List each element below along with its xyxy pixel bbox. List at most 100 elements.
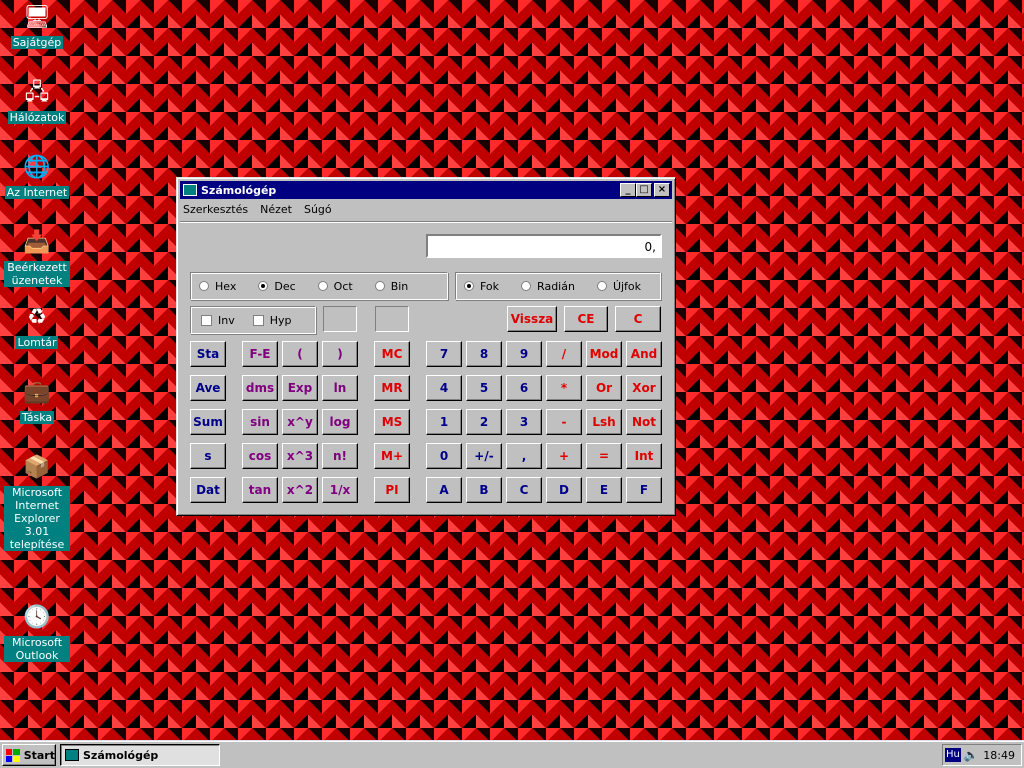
close-button[interactable]: × (654, 183, 670, 197)
clear-entry-button[interactable]: CE (564, 306, 608, 332)
function-button[interactable]: x^y (282, 409, 318, 435)
digit-button[interactable]: 5 (466, 375, 502, 401)
angle-unit-radio-fok[interactable]: Fok (464, 280, 499, 293)
stat-button[interactable]: Sum (190, 409, 226, 435)
radio-dot[interactable] (596, 281, 607, 291)
memory-button[interactable]: PI (374, 477, 410, 503)
my-computer-icon: 🖥 (23, 5, 51, 30)
calculator-app-icon[interactable] (183, 184, 197, 196)
desktop-icon-internet-globe[interactable]: 🌐 Az Internet (4, 152, 70, 199)
memory-button[interactable]: MS (374, 409, 410, 435)
operator-button[interactable]: And (626, 341, 662, 367)
speaker-icon[interactable]: 🔈 (964, 748, 979, 762)
radio-dot[interactable] (374, 281, 385, 291)
title-bar[interactable]: Számológép _ □ × (180, 181, 672, 199)
clock[interactable]: 18:49 (983, 749, 1015, 762)
operator-button[interactable]: Lsh (586, 409, 622, 435)
operator-button[interactable]: E (586, 477, 622, 503)
function-button[interactable]: x^3 (282, 443, 318, 469)
angle-unit-radio-radián[interactable]: Radián (521, 280, 575, 293)
checkbox-box[interactable] (201, 314, 212, 326)
digit-button[interactable]: +/- (466, 443, 502, 469)
function-button[interactable]: x^2 (282, 477, 318, 503)
operator-button[interactable]: Not (626, 409, 662, 435)
menu-edit[interactable]: Szerkesztés (183, 203, 248, 216)
radio-dot[interactable] (199, 281, 209, 291)
digit-button[interactable]: , (506, 443, 542, 469)
language-indicator[interactable]: Hu (945, 748, 961, 762)
radio-dot[interactable] (521, 281, 532, 291)
function-button[interactable]: sin (242, 409, 278, 435)
operator-button[interactable]: F (626, 477, 662, 503)
operator-button[interactable]: = (586, 443, 622, 469)
desktop-icon-recycle-bin[interactable]: ♻ Lomtár (4, 302, 70, 349)
stat-button[interactable]: Dat (190, 477, 226, 503)
operator-button[interactable]: + (546, 443, 582, 469)
hyp-checkbox[interactable]: Hyp (252, 314, 292, 327)
stat-button[interactable]: s (190, 443, 226, 469)
radio-dot[interactable] (317, 281, 328, 291)
system-tray: Hu 🔈 18:49 (942, 744, 1022, 766)
minimize-button[interactable]: _ (620, 183, 636, 197)
checkbox-box[interactable] (252, 314, 264, 326)
digit-button[interactable]: 3 (506, 409, 542, 435)
function-button[interactable]: ) (322, 341, 358, 367)
function-button[interactable]: F-E (242, 341, 278, 367)
operator-button[interactable]: D (546, 477, 582, 503)
digit-button[interactable]: C (506, 477, 542, 503)
digit-button[interactable]: 0 (426, 443, 462, 469)
start-button[interactable]: Start (2, 744, 56, 766)
number-system-radio-oct[interactable]: Oct (317, 280, 353, 293)
function-button[interactable]: tan (242, 477, 278, 503)
radio-dot[interactable] (258, 281, 269, 291)
digit-button[interactable]: 6 (506, 375, 542, 401)
function-button[interactable]: Exp (282, 375, 318, 401)
memory-button[interactable]: MC (374, 341, 410, 367)
operator-button[interactable]: / (546, 341, 582, 367)
operator-button[interactable]: Mod (586, 341, 622, 367)
menu-view[interactable]: Nézet (260, 203, 292, 216)
memory-button[interactable]: M+ (374, 443, 410, 469)
desktop-icon-inbox[interactable]: 📥 Beérkezett üzenetek (4, 227, 70, 287)
number-system-radio-bin[interactable]: Bin (374, 280, 408, 293)
memory-button[interactable]: MR (374, 375, 410, 401)
operator-button[interactable]: * (546, 375, 582, 401)
taskbar-item-calculator[interactable]: Számológép (60, 744, 220, 766)
digit-button[interactable]: 2 (466, 409, 502, 435)
function-button[interactable]: log (322, 409, 358, 435)
number-system-radio-dec[interactable]: Dec (258, 280, 296, 293)
internet-globe-icon: 🌐 (23, 155, 51, 180)
digit-button[interactable]: 4 (426, 375, 462, 401)
operator-button[interactable]: Xor (626, 375, 662, 401)
backspace-button[interactable]: Vissza (507, 306, 557, 332)
maximize-button[interactable]: □ (636, 183, 652, 197)
function-button[interactable]: cos (242, 443, 278, 469)
stat-button[interactable]: Sta (190, 341, 226, 367)
clear-button[interactable]: C (615, 306, 661, 332)
desktop-icon-my-computer[interactable]: 🖥 Sajátgép (4, 2, 70, 49)
digit-button[interactable]: B (466, 477, 502, 503)
function-button[interactable]: 1/x (322, 477, 358, 503)
desktop-icon-ie-setup[interactable]: 📦 Microsoft Internet Explorer 3.01 telepí… (4, 452, 70, 551)
function-button[interactable]: dms (242, 375, 278, 401)
inv-checkbox[interactable]: Inv (201, 314, 235, 327)
angle-unit-radio-újfok[interactable]: Újfok (596, 280, 641, 293)
number-system-radio-hex[interactable]: Hex (199, 280, 236, 293)
operator-button[interactable]: Or (586, 375, 622, 401)
digit-button[interactable]: 1 (426, 409, 462, 435)
radio-dot[interactable] (464, 281, 474, 291)
digit-button[interactable]: 8 (466, 341, 502, 367)
stat-button[interactable]: Ave (190, 375, 226, 401)
function-button[interactable]: ln (322, 375, 358, 401)
operator-button[interactable]: - (546, 409, 582, 435)
digit-button[interactable]: 9 (506, 341, 542, 367)
operator-button[interactable]: Int (626, 443, 662, 469)
digit-button[interactable]: A (426, 477, 462, 503)
desktop-icon-outlook[interactable]: 🕓 Microsoft Outlook (4, 602, 70, 662)
menu-help[interactable]: Súgó (304, 203, 332, 216)
desktop-icon-network[interactable]: 🖧 Hálózatok (4, 77, 70, 124)
function-button[interactable]: ( (282, 341, 318, 367)
desktop-icon-briefcase[interactable]: 💼 Táska (4, 377, 70, 424)
digit-button[interactable]: 7 (426, 341, 462, 367)
function-button[interactable]: n! (322, 443, 358, 469)
